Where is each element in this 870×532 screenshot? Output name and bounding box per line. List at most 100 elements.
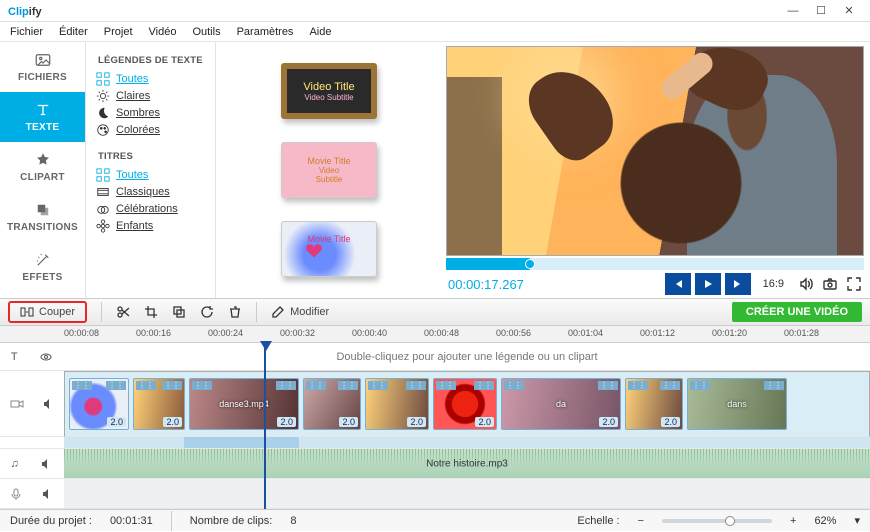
cat-titres-classiques[interactable]: Classiques	[96, 185, 215, 199]
category-panel: LÉGENDES DE TEXTE Toutes Claires Sombres…	[86, 42, 216, 298]
film-icon	[96, 185, 110, 199]
volume-icon[interactable]	[796, 274, 816, 294]
title-thumb-1[interactable]: Video TitleVideo Subtitle	[281, 63, 377, 119]
play-button[interactable]	[695, 273, 721, 295]
mute-music-icon[interactable]	[40, 457, 54, 471]
cut-button[interactable]: Couper	[8, 301, 87, 323]
window-minimize-button[interactable]: ―	[780, 2, 806, 20]
tab-fichiers[interactable]: FICHIERS	[0, 42, 85, 92]
zoom-out-icon[interactable]: −	[638, 515, 644, 527]
moon-icon	[96, 106, 110, 120]
aspect-ratio[interactable]: 16:9	[763, 278, 784, 290]
text-lane[interactable]: Double-cliquez pour ajouter une légende …	[64, 343, 870, 371]
copy-button[interactable]	[172, 305, 186, 319]
music-track-icon[interactable]: ♫	[10, 458, 18, 470]
cut-icon	[20, 305, 34, 319]
cat-legendes-colorees[interactable]: Colorées	[96, 123, 215, 137]
tab-texte[interactable]: TEXTE	[0, 92, 85, 142]
cat-legendes-sombres[interactable]: Sombres	[96, 106, 215, 120]
prev-button[interactable]	[665, 273, 691, 295]
visibility-icon[interactable]	[39, 350, 53, 364]
video-clip[interactable]: ⋮⋮⋮⋮2.0	[433, 378, 497, 430]
undo-icon	[200, 305, 214, 319]
clips-label: Nombre de clips:	[190, 515, 273, 527]
tab-label: EFFETS	[22, 272, 62, 283]
video-clip[interactable]: ⋮⋮⋮⋮2.0	[365, 378, 429, 430]
grid-icon	[96, 72, 110, 86]
tab-clipart[interactable]: CLIPART	[0, 142, 85, 192]
modify-button[interactable]: Modifier	[271, 305, 329, 319]
video-audio-lane[interactable]	[64, 437, 870, 449]
tab-effets[interactable]: EFFETS	[0, 242, 85, 292]
video-lane[interactable]: ⋮⋮⋮⋮2.0⋮⋮⋮⋮2.0⋮⋮⋮⋮2.0danse3.mp4⋮⋮⋮⋮2.0⋮⋮…	[64, 371, 870, 437]
preview-video[interactable]	[446, 46, 864, 256]
text-icon	[34, 101, 52, 119]
crop-button[interactable]	[144, 305, 158, 319]
video-clip[interactable]: ⋮⋮⋮⋮2.0	[69, 378, 129, 430]
star-icon	[34, 151, 52, 169]
fullscreen-icon[interactable]	[844, 274, 864, 294]
trash-icon	[228, 305, 242, 319]
cat-titres-enfants[interactable]: Enfants	[96, 219, 215, 233]
cat-titres-celebrations[interactable]: Célébrations	[96, 202, 215, 216]
menu-aide[interactable]: Aide	[309, 26, 331, 38]
preview-timecode: 00:00:17.267	[448, 277, 524, 292]
mute-video-icon[interactable]	[42, 397, 56, 411]
timeline-ruler[interactable]: 00:00:08 00:00:16 00:00:24 00:00:32 00:0…	[0, 326, 870, 343]
camera-track-icon[interactable]	[9, 396, 25, 412]
rings-icon	[96, 202, 110, 216]
image-icon	[34, 51, 52, 69]
timeline-playhead[interactable]	[264, 343, 266, 509]
menu-fichier[interactable]: Fichier	[10, 26, 43, 38]
zoom-dropdown-icon[interactable]: ▾	[854, 514, 860, 527]
video-clip[interactable]: ⋮⋮⋮⋮2.0	[625, 378, 683, 430]
timeline-tracks: T ♫ Double-cliquez pour ajouter une lége…	[0, 343, 870, 509]
snapshot-icon[interactable]	[820, 274, 840, 294]
edit-icon	[271, 305, 285, 319]
side-tabs: FICHIERS TEXTE CLIPART TRANSITIONS EFFET…	[0, 42, 86, 298]
wand-icon	[34, 251, 52, 269]
video-clip[interactable]: ⋮⋮⋮⋮2.0	[133, 378, 185, 430]
scissors-icon	[116, 305, 130, 319]
app-logo: Clipify	[8, 4, 42, 18]
text-track-icon[interactable]: T	[11, 351, 18, 363]
cat-legendes-toutes[interactable]: Toutes	[96, 72, 215, 86]
duration-value: 00:01:31	[110, 515, 153, 527]
delete-button[interactable]	[228, 305, 242, 319]
video-clip[interactable]: ⋮⋮⋮⋮2.0danse3.mp4	[189, 378, 299, 430]
cat-legendes-claires[interactable]: Claires	[96, 89, 215, 103]
scale-label: Echelle :	[577, 515, 619, 527]
scissors-button[interactable]	[116, 305, 130, 319]
menu-parametres[interactable]: Paramètres	[237, 26, 294, 38]
flower-icon	[96, 219, 110, 233]
menu-outils[interactable]: Outils	[192, 26, 220, 38]
music-lane[interactable]: Notre histoire.mp3	[64, 449, 870, 479]
tab-label: TEXTE	[26, 122, 60, 133]
zoom-slider[interactable]	[662, 519, 772, 523]
cat-titres-toutes[interactable]: Toutes	[96, 168, 215, 182]
grid-icon	[96, 168, 110, 182]
menu-video[interactable]: Vidéo	[149, 26, 177, 38]
undo-button[interactable]	[200, 305, 214, 319]
title-thumb-3[interactable]: Movie Title	[281, 221, 377, 277]
mic-track-icon[interactable]	[9, 487, 23, 501]
preview-scrubber[interactable]	[446, 258, 864, 270]
title-thumb-2[interactable]: Movie TitleVideoSubtitle	[281, 142, 377, 198]
create-video-button[interactable]: CRÉER UNE VIDÉO	[732, 302, 862, 322]
zoom-in-icon[interactable]: +	[790, 515, 796, 527]
video-clip[interactable]: ⋮⋮⋮⋮dans	[687, 378, 787, 430]
window-maximize-button[interactable]: ☐	[808, 2, 834, 20]
tab-transitions[interactable]: TRANSITIONS	[0, 192, 85, 242]
video-clip[interactable]: ⋮⋮⋮⋮2.0	[303, 378, 361, 430]
title-thumbnails: Video TitleVideo Subtitle Movie TitleVid…	[216, 42, 442, 298]
mute-mic-icon[interactable]	[41, 487, 55, 501]
tab-label: CLIPART	[20, 172, 65, 183]
menubar: Fichier Éditer Projet Vidéo Outils Param…	[0, 22, 870, 42]
menu-projet[interactable]: Projet	[104, 26, 133, 38]
window-close-button[interactable]: ✕	[836, 2, 862, 20]
video-clip[interactable]: ⋮⋮⋮⋮2.0da	[501, 378, 621, 430]
track-header-video	[0, 371, 64, 437]
next-button[interactable]	[725, 273, 751, 295]
menu-editer[interactable]: Éditer	[59, 26, 88, 38]
mic-lane[interactable]	[64, 479, 870, 509]
